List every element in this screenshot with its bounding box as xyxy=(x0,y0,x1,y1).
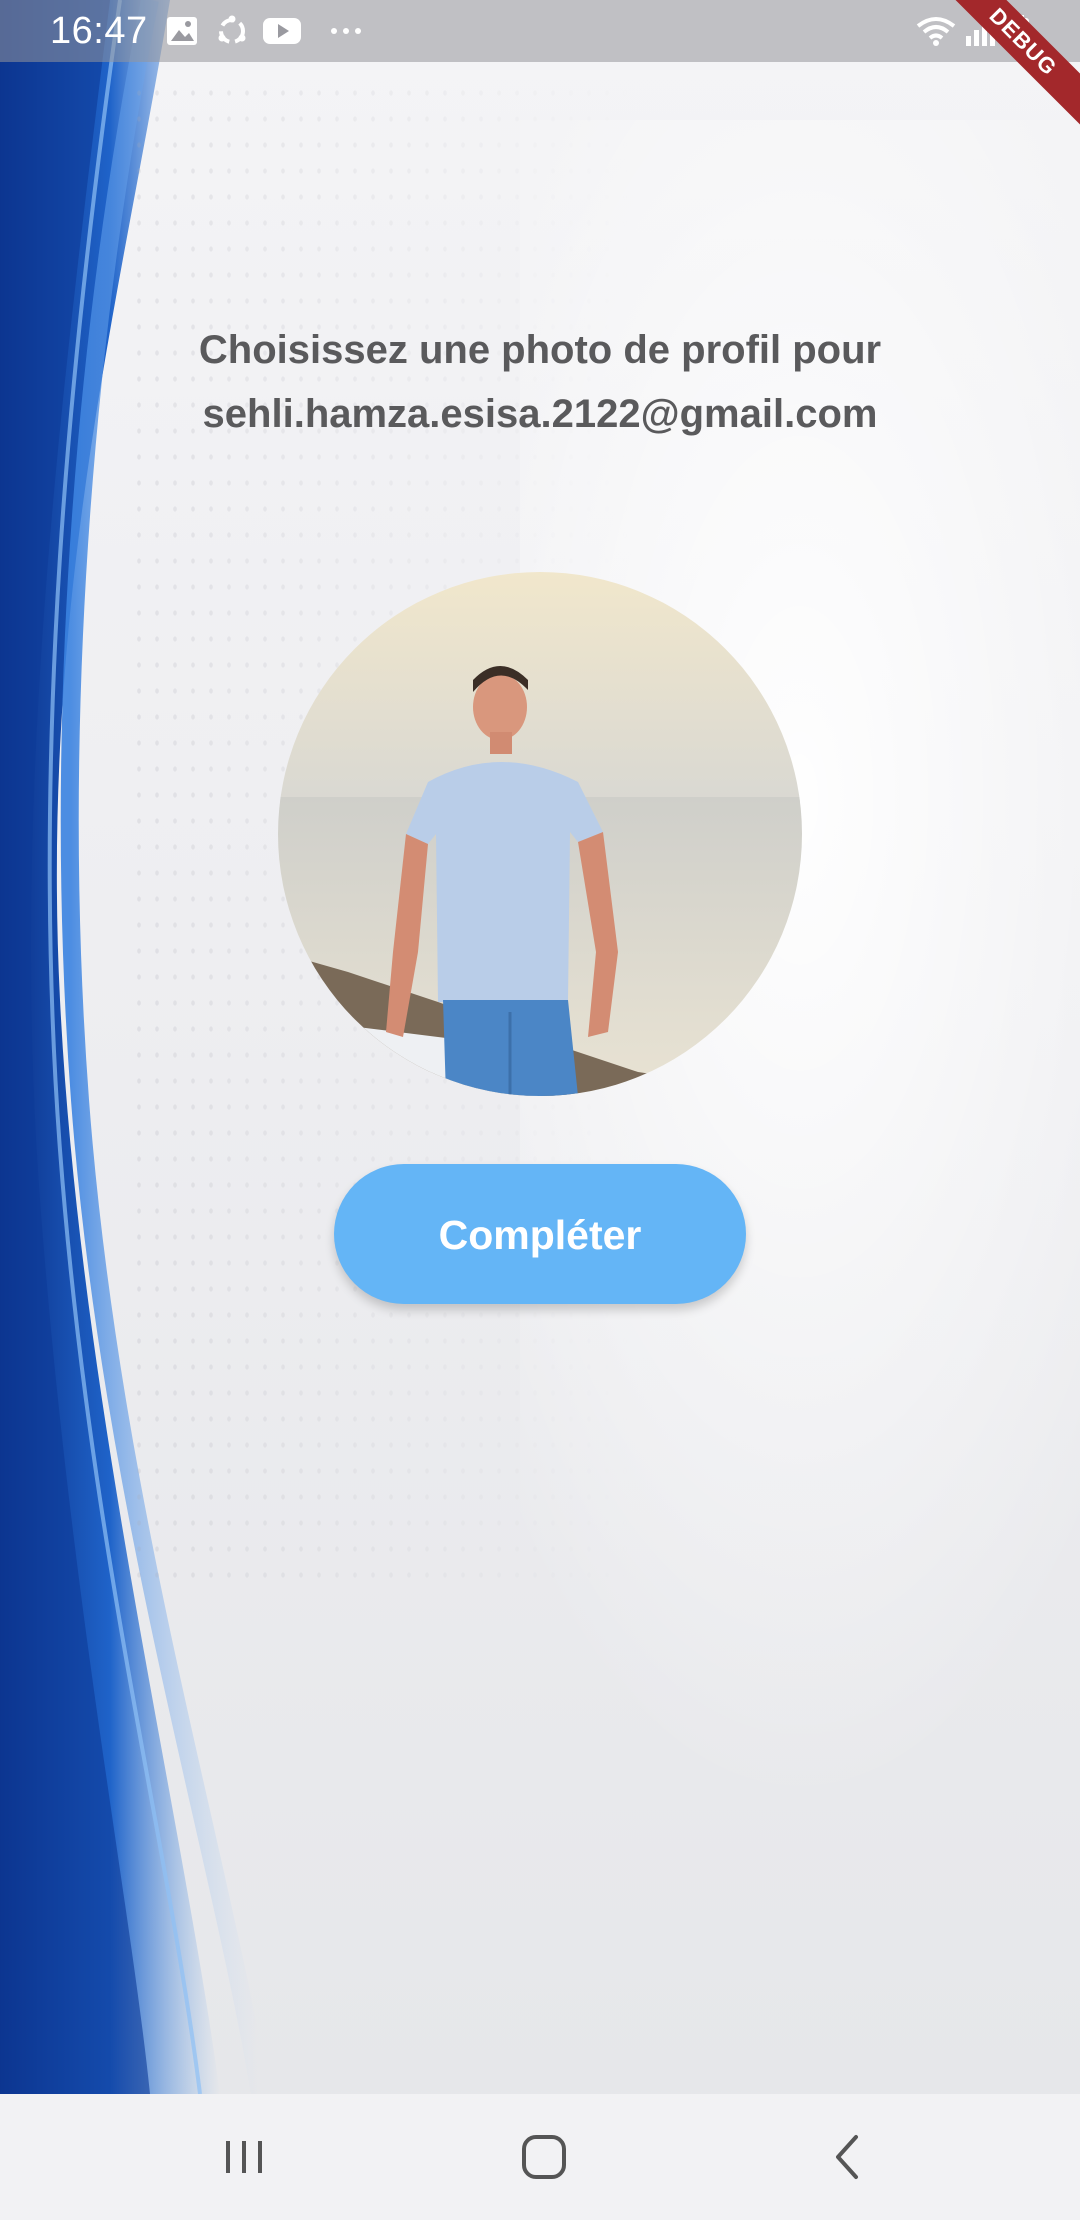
status-bar: 16:47 DEBUG xyxy=(0,0,1080,129)
complete-button[interactable]: Compléter xyxy=(334,1164,746,1304)
back-icon[interactable] xyxy=(818,2127,878,2187)
wifi-icon xyxy=(916,17,956,46)
home-icon[interactable] xyxy=(514,2127,574,2187)
recents-icon[interactable] xyxy=(214,2127,274,2187)
youtube-icon xyxy=(263,18,301,44)
gallery-icon xyxy=(167,17,197,45)
sync-icon xyxy=(218,15,246,44)
profile-photo-image xyxy=(278,572,802,1096)
page-title: Choisissez une photo de profil pour sehl… xyxy=(90,318,990,446)
more-dots-icon xyxy=(331,28,361,34)
title-line-1: Choisissez une photo de profil pour xyxy=(198,328,882,372)
profile-photo[interactable] xyxy=(278,572,802,1096)
title-email: sehli.hamza.esisa.2122@gmail.com xyxy=(202,392,878,436)
navigation-bar xyxy=(0,2094,1080,2220)
status-time: 16:47 xyxy=(50,10,148,52)
